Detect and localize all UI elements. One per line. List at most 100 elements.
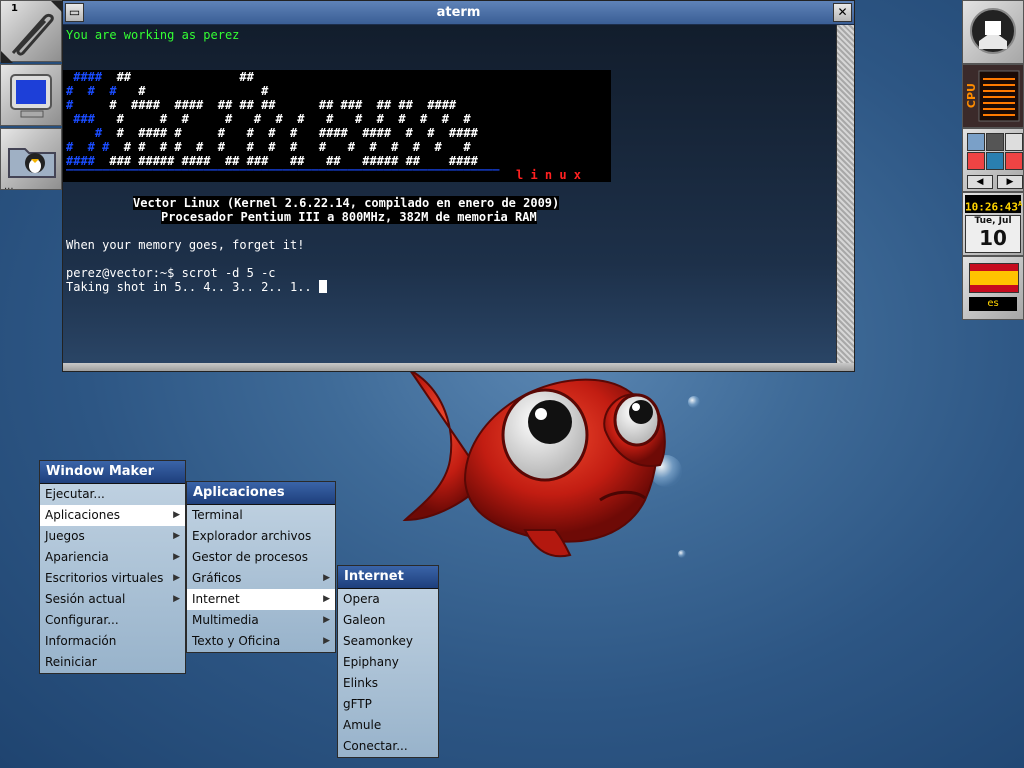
menu-item-terminal[interactable]: Terminal xyxy=(187,505,335,526)
menu-item-escritorios-virtuales[interactable]: Escritorios virtuales ▶ xyxy=(40,568,185,589)
terminal-content[interactable]: You are working as perez #### ## ## # # … xyxy=(63,25,837,365)
applications-menu[interactable]: Aplicaciones Terminal Explorador archivos… xyxy=(186,481,336,653)
menu-item-label: Gráficos xyxy=(192,571,242,585)
clock-dock-app[interactable]: 10:26:43A Tue, Jul 10 xyxy=(962,192,1024,256)
paperclip-icon xyxy=(1,1,63,63)
left-arrow-button[interactable]: ◀ xyxy=(967,175,993,189)
menu-item-label: Explorador archivos xyxy=(192,529,312,543)
clock-time: 10:26:43 xyxy=(965,200,1018,214)
submenu-arrow-icon: ▶ xyxy=(323,594,330,604)
bubble xyxy=(678,550,686,558)
monitor-icon xyxy=(10,74,52,118)
menu-item-reiniciar[interactable]: Reiniciar xyxy=(40,652,185,673)
submenu-arrow-icon: ▶ xyxy=(323,636,330,646)
menu-item-apariencia[interactable]: Apariencia ▶ xyxy=(40,547,185,568)
wmaker-dock-tile[interactable] xyxy=(962,0,1024,64)
output-text: Taking shot in 5.. 4.. 3.. 2.. 1.. xyxy=(66,280,319,294)
menu-item-explorador-archivos[interactable]: Explorador archivos xyxy=(187,526,335,547)
fortune-line: When your memory goes, forget it! xyxy=(66,238,305,252)
kernel-line: Vector Linux (Kernel 2.6.22.14, compilad… xyxy=(133,196,560,210)
menu-item-internet[interactable]: Internet ▶ xyxy=(187,589,335,610)
bubble xyxy=(688,396,700,408)
clock-ampm: A xyxy=(1017,200,1023,208)
menu-item-label: Multimedia xyxy=(192,613,259,627)
close-button[interactable]: ✕ xyxy=(833,3,852,22)
status-line: You are working as perez xyxy=(66,28,240,42)
app-icon[interactable] xyxy=(986,133,1004,151)
title-bar[interactable]: ▭ aterm ✕ xyxy=(63,1,854,25)
menu-item-juegos[interactable]: Juegos ▶ xyxy=(40,526,185,547)
cpu-monitor[interactable]: CPU xyxy=(962,64,1024,128)
aterm-window[interactable]: ▭ aterm ✕ You are working as perez #### … xyxy=(62,0,855,372)
cpu-line: Procesador Pentium III a 800MHz, 382M de… xyxy=(161,210,537,224)
menu-item-aplicaciones[interactable]: Aplicaciones ▶ xyxy=(40,505,185,526)
menu-item-label: Elinks xyxy=(343,676,379,690)
dock-dots: ... xyxy=(4,181,14,192)
menu-item-multimedia[interactable]: Multimedia ▶ xyxy=(187,610,335,631)
file-manager-dock-app[interactable]: ... xyxy=(0,128,62,192)
app-icon[interactable] xyxy=(1005,133,1023,151)
root-menu[interactable]: Window Maker Ejecutar... Aplicaciones ▶ Jue… xyxy=(39,460,186,674)
submenu-arrow-icon: ▶ xyxy=(173,552,180,562)
cpu-graph xyxy=(978,70,1020,122)
menu-item-elinks[interactable]: Elinks xyxy=(338,673,438,694)
menu-item-configurar[interactable]: Configurar... xyxy=(40,610,185,631)
date-number: 10 xyxy=(979,226,1007,250)
menu-item-sesion-actual[interactable]: Sesión actual ▶ xyxy=(40,589,185,610)
applications-menu-title[interactable]: Aplicaciones xyxy=(187,482,335,505)
internet-menu[interactable]: Internet Opera Galeon Seamonkey Epiphany Eli… xyxy=(337,565,439,758)
menu-item-label: Amule xyxy=(343,718,382,732)
menu-item-label: Terminal xyxy=(192,508,243,522)
app-icon[interactable] xyxy=(967,152,985,170)
internet-menu-title[interactable]: Internet xyxy=(338,566,438,589)
window-title: aterm xyxy=(436,5,481,20)
menu-item-amule[interactable]: Amule xyxy=(338,715,438,736)
menu-item-label: gFTP xyxy=(343,697,372,711)
menu-item-ejecutar[interactable]: Ejecutar... xyxy=(40,484,185,505)
monitor-dock-app[interactable] xyxy=(0,64,62,126)
launcher-grid[interactable]: ◀ ▶ xyxy=(962,128,1024,192)
submenu-arrow-icon: ▶ xyxy=(173,531,180,541)
window-bottom-bar[interactable] xyxy=(63,363,854,371)
root-menu-title[interactable]: Window Maker xyxy=(40,461,185,484)
menu-item-label: Opera xyxy=(343,592,380,606)
menu-item-label: Galeon xyxy=(343,613,386,627)
prompt-line: perez@vector:~$ scrot -d 5 -c xyxy=(66,266,276,280)
menu-item-galeon[interactable]: Galeon xyxy=(338,610,438,631)
menu-item-texto-y-oficina[interactable]: Texto y Oficina ▶ xyxy=(187,631,335,652)
keyboard-layout-dock[interactable]: es xyxy=(962,256,1024,320)
menu-item-label: Apariencia xyxy=(45,550,109,564)
app-icon[interactable] xyxy=(967,133,985,151)
menu-item-gestor-de-procesos[interactable]: Gestor de procesos xyxy=(187,547,335,568)
workspace-dock-tile[interactable]: 1 xyxy=(0,0,63,63)
linux-tag: l i n u x xyxy=(508,168,590,182)
windowmaker-logo-icon xyxy=(970,8,1016,54)
scrollbar[interactable] xyxy=(836,25,854,365)
menu-item-epiphany[interactable]: Epiphany xyxy=(338,652,438,673)
menu-item-seamonkey[interactable]: Seamonkey xyxy=(338,631,438,652)
menu-item-label: Sesión actual xyxy=(45,592,126,606)
language-code: es xyxy=(969,297,1017,311)
menu-item-label: Aplicaciones xyxy=(45,508,120,522)
cursor xyxy=(318,280,327,293)
menu-item-label: Epiphany xyxy=(343,655,399,669)
menu-item-gftp[interactable]: gFTP xyxy=(338,694,438,715)
right-arrow-button[interactable]: ▶ xyxy=(997,175,1023,189)
menu-item-opera[interactable]: Opera xyxy=(338,589,438,610)
menu-item-label: Configurar... xyxy=(45,613,119,627)
menu-item-label: Reiniciar xyxy=(45,655,97,669)
menu-item-conectar[interactable]: Conectar... xyxy=(338,736,438,757)
app-icon[interactable] xyxy=(986,152,1004,170)
submenu-arrow-icon: ▶ xyxy=(173,510,180,520)
menu-item-label: Juegos xyxy=(45,529,85,543)
menu-item-label: Conectar... xyxy=(343,739,408,753)
menu-item-graficos[interactable]: Gráficos ▶ xyxy=(187,568,335,589)
submenu-arrow-icon: ▶ xyxy=(323,573,330,583)
submenu-arrow-icon: ▶ xyxy=(173,573,180,583)
menu-item-label: Texto y Oficina xyxy=(192,634,281,648)
menu-item-label: Seamonkey xyxy=(343,634,413,648)
menu-item-label: Gestor de procesos xyxy=(192,550,308,564)
menu-item-informacion[interactable]: Información xyxy=(40,631,185,652)
fish-wallpaper xyxy=(402,369,666,558)
app-icon[interactable] xyxy=(1005,152,1023,170)
